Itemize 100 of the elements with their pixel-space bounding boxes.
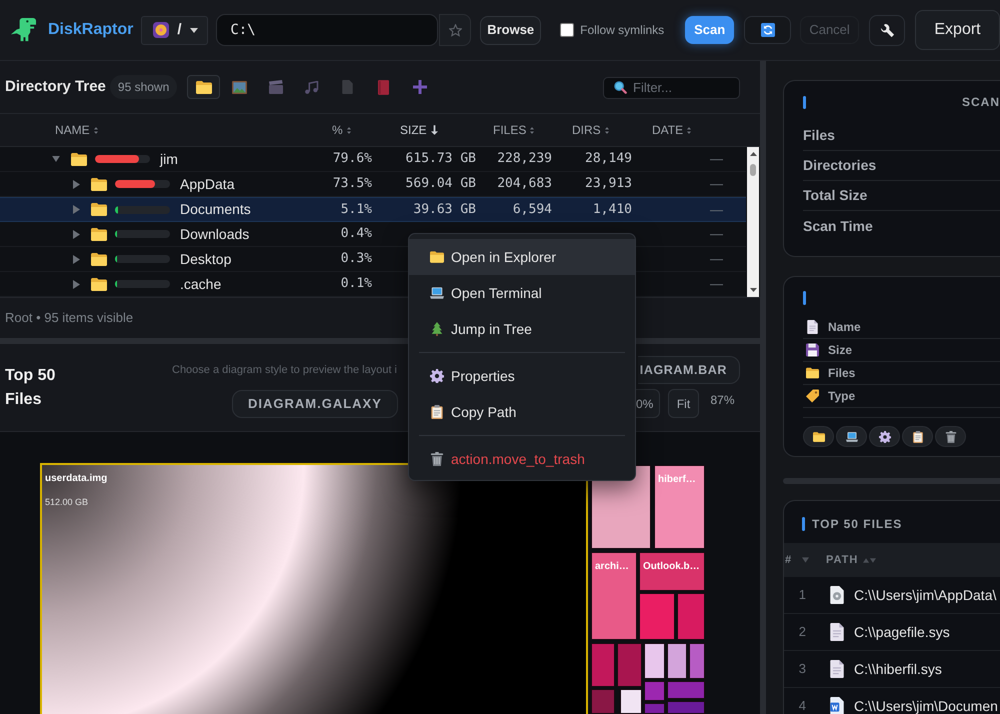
hint-text: Choose a diagram style to preview the layout i: [172, 362, 398, 378]
tree-row[interactable]: jim 79.6% 615.73 GB 228,239 28,149 —: [0, 147, 746, 172]
folder-icon: [812, 430, 824, 442]
disc-icon: [153, 22, 170, 38]
fit-button[interactable]: Fit: [668, 389, 699, 418]
page-icon: [342, 80, 354, 94]
menu-item[interactable]: Copy Path: [409, 394, 635, 430]
file-icon: [830, 660, 844, 678]
tile-size: 512.00 GB: [45, 497, 88, 507]
browse-button[interactable]: Browse: [480, 16, 542, 44]
favorite-button[interactable]: [439, 14, 472, 46]
filter-field[interactable]: Filter...: [603, 76, 740, 98]
treemap-tile[interactable]: [639, 593, 675, 640]
tag-icon: [806, 389, 819, 403]
column-header[interactable]: %: [332, 121, 351, 139]
file-path[interactable]: C:\\pagefile.sys: [854, 622, 950, 642]
folder-name: jim: [160, 150, 178, 169]
usage-percent: 5.1%: [340, 200, 372, 219]
book-icon: [378, 80, 390, 94]
menu-item[interactable]: Open in Explorer: [409, 239, 635, 275]
treemap-tile[interactable]: [667, 701, 705, 714]
type-filter-toggle[interactable]: [187, 75, 220, 99]
accent-bar: [803, 96, 806, 108]
follow-symlinks-checkbox[interactable]: [560, 23, 574, 37]
drive-dropdown[interactable]: /: [141, 16, 208, 44]
word-document-icon: [830, 697, 844, 714]
folder-icon: [71, 152, 87, 166]
folder-name: Documents: [180, 200, 251, 219]
laptop-icon: [846, 430, 858, 442]
menu-item[interactable]: Properties: [409, 358, 635, 394]
follow-symlinks-label[interactable]: Follow symlinks: [580, 21, 672, 39]
export-button[interactable]: Export: [915, 10, 1000, 50]
folder-icon: [91, 178, 107, 190]
treemap-tile[interactable]: [644, 681, 665, 701]
menu-item[interactable]: Jump in Tree: [409, 311, 635, 347]
field-label: Size: [828, 342, 852, 359]
clipboard-icon: [430, 405, 444, 419]
folder-size: 39.63 GB: [413, 200, 476, 219]
file-path[interactable]: C:\\Users\jim\AppData\: [854, 584, 996, 606]
treemap-tile[interactable]: [617, 643, 642, 687]
diagram-style-button[interactable]: IAGRAM.BAR: [638, 356, 740, 384]
usage-percent: 79.6%: [332, 150, 372, 168]
treemap-tile[interactable]: [644, 643, 665, 679]
treemap-tile[interactable]: [667, 681, 705, 699]
column-header[interactable]: SIZE: [400, 121, 438, 139]
diagram-style-button[interactable]: DIAGRAM.GALAXY: [232, 390, 398, 418]
treemap-tile[interactable]: [620, 689, 642, 714]
card-title: SCAN: [962, 94, 1000, 111]
action-chip[interactable]: [836, 426, 867, 447]
treemap-tile[interactable]: [667, 643, 687, 679]
field-label: Name: [828, 319, 861, 336]
dir-count: 28,149: [585, 150, 632, 168]
stat-label: Total Size: [803, 186, 868, 205]
caret-down-icon: [190, 28, 198, 32]
fir-tree-icon: [430, 322, 444, 336]
search-icon: [614, 81, 627, 94]
folder-name: AppData: [180, 174, 234, 194]
column-header[interactable]: DATE: [652, 121, 692, 139]
column-header[interactable]: NAME: [55, 121, 98, 139]
refresh-icon: [760, 23, 775, 37]
column-header[interactable]: PATH: [826, 552, 876, 568]
folder-icon: [196, 80, 212, 94]
action-chip[interactable]: [935, 426, 966, 447]
treemap-tile[interactable]: [644, 703, 665, 714]
usage-percent: 0.1%: [340, 275, 372, 294]
treemap-tile[interactable]: [591, 689, 615, 714]
treemap-tile[interactable]: Outlook.b…: [639, 552, 705, 591]
tree-row[interactable]: Documents 5.1% 39.63 GB 6,594 1,410 —: [0, 197, 746, 222]
rank-number: 1: [798, 586, 806, 604]
zoom-level: 87%: [709, 392, 736, 409]
action-chip[interactable]: [803, 426, 834, 447]
clapperboard-icon: [268, 80, 283, 94]
address-field[interactable]: C:\: [216, 14, 438, 46]
scrollbar-thumb[interactable]: [750, 164, 756, 176]
folder-name: Downloads: [180, 224, 250, 244]
zoom-button[interactable]: 0%: [636, 389, 660, 418]
refresh-button[interactable]: [744, 16, 792, 44]
action-chip[interactable]: [869, 426, 900, 447]
modified-date: —: [710, 150, 723, 168]
file-path[interactable]: C:\\Users\jim\Documen: [854, 696, 998, 714]
action-chip[interactable]: [902, 426, 933, 447]
modified-date: —: [710, 275, 723, 294]
dinosaur-icon: [10, 16, 37, 44]
column-header[interactable]: #: [785, 552, 810, 568]
column-header[interactable]: DIRS: [572, 121, 609, 139]
trash-icon: [944, 430, 956, 442]
file-count: 204,683: [497, 175, 552, 194]
settings-button[interactable]: [869, 14, 906, 46]
treemap-tile[interactable]: [689, 643, 705, 679]
scrollbar[interactable]: [747, 147, 759, 297]
treemap-tile[interactable]: [591, 643, 615, 687]
down-arrow-icon: [750, 288, 756, 292]
column-header[interactable]: FILES: [493, 121, 534, 139]
file-count: 6,594: [512, 200, 552, 219]
trash-icon: [430, 452, 444, 466]
stat-label: Scan Time: [803, 216, 873, 236]
treemap-tile[interactable]: [677, 593, 705, 640]
file-path[interactable]: C:\\hiberfil.sys: [854, 658, 942, 680]
usage-percent: 0.4%: [340, 225, 372, 244]
folder-icon: [91, 203, 107, 216]
